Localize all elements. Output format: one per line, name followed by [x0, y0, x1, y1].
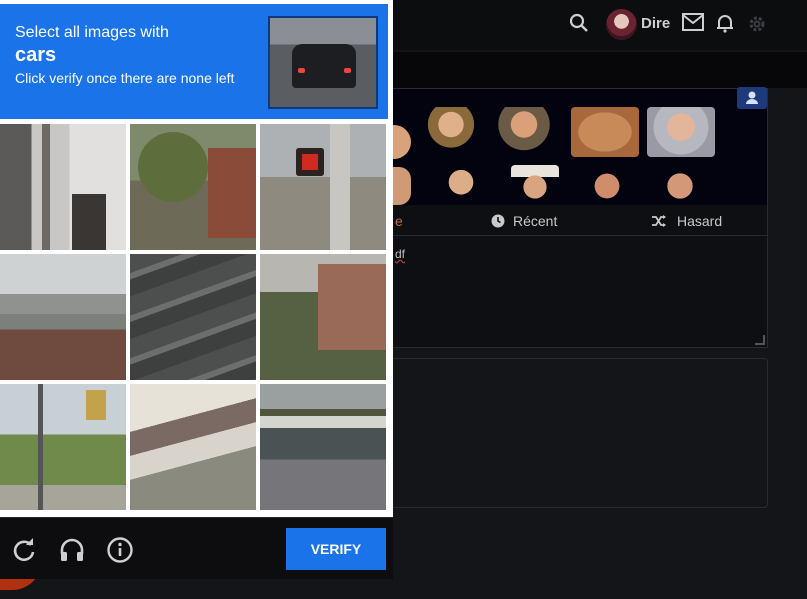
- tab-random-label: Hasard: [677, 213, 723, 229]
- captcha-instruction: Select all images with: [15, 24, 169, 41]
- sticker[interactable]: [497, 107, 557, 157]
- captcha-tile[interactable]: [260, 254, 386, 380]
- tile-tree: [138, 132, 208, 202]
- captcha-tile[interactable]: [260, 124, 386, 250]
- sticker-grid: [375, 87, 767, 205]
- captcha-tile[interactable]: [0, 254, 126, 380]
- headphones-icon[interactable]: [59, 537, 85, 563]
- tile-pole: [42, 124, 50, 250]
- refresh-icon[interactable]: [11, 537, 37, 563]
- message-draft-text[interactable]: df: [395, 247, 405, 261]
- sticker[interactable]: [647, 107, 715, 157]
- captcha-prompt-header: Select all images with cars Click verify…: [0, 4, 388, 119]
- info-icon[interactable]: [107, 537, 133, 563]
- captcha-sample-image: [268, 16, 378, 109]
- car-taillight: [344, 68, 351, 73]
- sticker-tabs: e Récent Hasard: [389, 207, 767, 236]
- content-panel: [388, 358, 768, 508]
- captcha-tile[interactable]: [130, 254, 256, 380]
- sample-car: [292, 44, 356, 88]
- tab-partial[interactable]: e: [395, 213, 403, 229]
- bell-icon[interactable]: [716, 13, 734, 33]
- sticker[interactable]: [657, 167, 703, 205]
- tab-recent[interactable]: Récent: [491, 213, 557, 229]
- captcha-tile[interactable]: [0, 124, 126, 250]
- tile-signal-pole: [330, 124, 350, 250]
- sticker[interactable]: [441, 167, 481, 205]
- sticker-picker-panel: e Récent Hasard df: [375, 87, 768, 348]
- tile-building: [208, 148, 256, 238]
- shuffle-icon: [652, 215, 666, 227]
- captcha-tile[interactable]: [130, 124, 256, 250]
- tile-ped-signal: [296, 148, 324, 176]
- user-badge[interactable]: [737, 87, 767, 109]
- verify-button[interactable]: VERIFY: [286, 528, 386, 570]
- tile-traffic-light: [86, 390, 106, 420]
- sticker[interactable]: [425, 107, 477, 157]
- sticker[interactable]: [571, 107, 639, 157]
- sub-navigation-bar: [390, 52, 807, 88]
- mail-icon[interactable]: [682, 13, 704, 31]
- resize-handle[interactable]: [755, 335, 765, 345]
- gear-icon[interactable]: [746, 13, 768, 35]
- captcha-challenge: Select all images with cars Click verify…: [0, 0, 393, 579]
- tab-recent-label: Récent: [513, 213, 558, 229]
- clock-icon: [491, 214, 505, 228]
- tile-guardrail: [260, 416, 386, 428]
- sticker[interactable]: [511, 165, 559, 205]
- captcha-tile[interactable]: [260, 384, 386, 510]
- tile-pole: [38, 384, 43, 510]
- tile-house: [318, 264, 386, 350]
- tile-door: [72, 194, 106, 250]
- tab-random[interactable]: Hasard: [651, 213, 722, 229]
- tile-roof: [0, 294, 126, 314]
- captcha-keyword: cars: [15, 44, 57, 66]
- username-label[interactable]: Dire: [641, 15, 670, 32]
- captcha-hint: Click verify once there are none left: [15, 70, 235, 86]
- captcha-tile[interactable]: [0, 384, 126, 510]
- captcha-image-grid: [0, 124, 388, 512]
- search-icon[interactable]: [569, 13, 589, 33]
- captcha-tile[interactable]: [130, 384, 256, 510]
- sticker[interactable]: [585, 167, 629, 205]
- car-taillight: [298, 68, 305, 73]
- avatar[interactable]: [606, 9, 637, 40]
- user-icon: [746, 91, 758, 104]
- captcha-footer: VERIFY: [0, 517, 393, 579]
